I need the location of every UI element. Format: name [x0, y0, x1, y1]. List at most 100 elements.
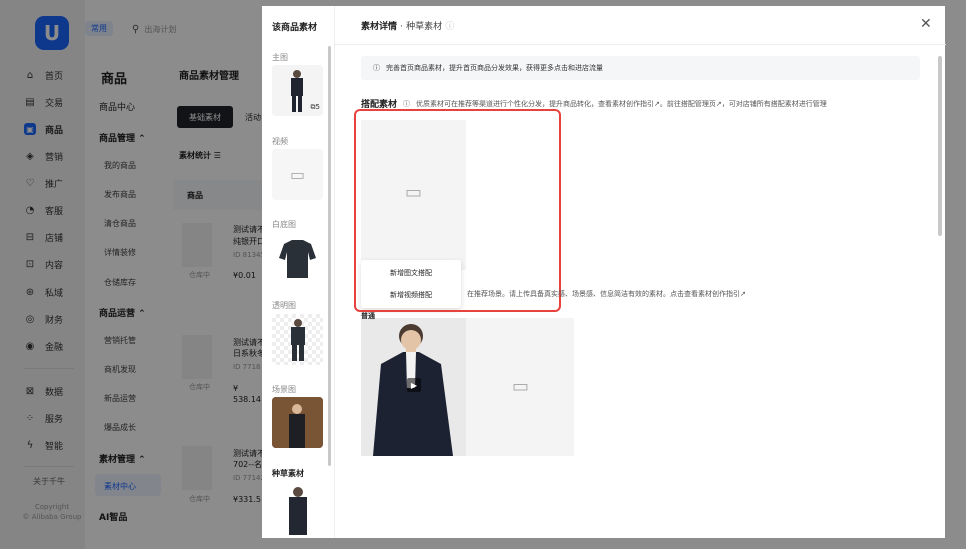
detail-scrollbar[interactable]	[938, 56, 942, 236]
nav-item-data[interactable]: ⊠ 数据	[24, 383, 63, 399]
product-status: 仓库中	[189, 271, 210, 279]
product-image[interactable]	[182, 335, 212, 379]
finance-icon: ◎	[25, 313, 35, 325]
content-area: 商品素材管理 基础素材 活动 素材统计 ☰ 商品 测试请不 纯银开口 ID 81…	[165, 48, 273, 549]
nav-item-trade[interactable]: ▤ 交易	[24, 94, 63, 110]
subnav-item[interactable]: 我的商品	[104, 160, 136, 171]
nav-item-home[interactable]: ⌂ 首页	[24, 67, 63, 83]
search-placeholder: 出海计划	[144, 24, 177, 34]
play-icon[interactable]: ▶	[407, 378, 421, 392]
transparent-thumb[interactable]	[272, 314, 323, 365]
product-image[interactable]	[182, 223, 212, 267]
product-price: ¥0.01	[233, 271, 256, 280]
product-material-panel: 该商品素材 主图 ⧉5 视频 ▭ 白底图 透明图 场景图 种草素材	[262, 6, 334, 538]
nav-item-private[interactable]: ⊛ 私域	[24, 284, 63, 300]
add-material-placeholder[interactable]: ▭	[466, 318, 574, 456]
subnav-ai[interactable]: AI智品	[99, 510, 127, 523]
nav-item-marketing[interactable]: ◈ 营销	[24, 148, 63, 164]
apps-icon: ⁘	[25, 412, 35, 424]
nav-item-promotion[interactable]: ♡ 推广	[24, 175, 64, 191]
search-input[interactable]: ⚲ 出海计划	[132, 19, 267, 39]
nav-label: 首页	[45, 71, 64, 82]
subnav-group-goods-manage[interactable]: 商品管理 ⌃	[99, 131, 146, 144]
subnav-group-goods-ops[interactable]: 商品运营 ⌃	[99, 306, 146, 319]
about-link[interactable]: 关于千牛	[33, 476, 65, 487]
close-icon: ✕	[920, 16, 932, 32]
nav-label: 服务	[45, 414, 64, 425]
trade-icon: ▤	[25, 96, 35, 108]
section-label-white: 白底图	[272, 220, 296, 229]
product-name[interactable]: 测试请不	[233, 224, 265, 235]
store-icon: ⊟	[25, 231, 35, 243]
subnav-item[interactable]: 新品运营	[104, 393, 136, 404]
product-name[interactable]: 日系秋冬	[233, 348, 265, 359]
material-detail-panel: 素材详情 · 种草素材 ⓘ ✕ ⓘ 完善首页商品素材，提升首页商品分发效果，获得更…	[334, 6, 946, 538]
panel-scrollbar[interactable]	[328, 46, 331, 466]
white-bg-thumb[interactable]	[272, 232, 323, 283]
subnav-item[interactable]: 清仓商品	[104, 218, 136, 229]
tab-activity[interactable]: 活动	[245, 112, 261, 123]
notice-bar: ⓘ 完善首页商品素材，提升首页商品分发效果，获得更多点击和进店流量	[361, 56, 920, 80]
chevron-up-icon: ⌃	[138, 134, 146, 144]
subnav-center[interactable]: 商品中心	[99, 100, 135, 113]
section-desc-2: 在推荐场景。请上传具备真实感、场景感、信息简洁有效的素材。点击查看素材创作指引↗	[467, 290, 746, 298]
section-label-grass: 种草素材	[272, 469, 304, 478]
product-name[interactable]: 测试请不	[233, 337, 265, 348]
list-icon: ☰	[213, 151, 221, 160]
section-label-video: 视频	[272, 137, 288, 146]
stats-text: 素材统计	[179, 151, 211, 160]
add-media-icon: ▭	[512, 376, 530, 397]
product-id: ID 7718	[233, 363, 261, 371]
main-image-thumb[interactable]: ⧉5	[272, 65, 323, 116]
notice-text: 完善首页商品素材，提升首页商品分发效果，获得更多点击和进店流量	[386, 64, 603, 72]
nav-item-service[interactable]: ◔ 客服	[24, 202, 63, 218]
product-price: ¥331.5	[233, 495, 261, 504]
nav-item-content[interactable]: ⊡ 内容	[24, 256, 63, 272]
product-id: ID 81345	[233, 251, 265, 259]
tab-basic[interactable]: 基础素材	[177, 106, 233, 128]
content-icon: ⊡	[25, 258, 35, 270]
marketing-icon: ◈	[26, 150, 34, 162]
subnav-item-material-center[interactable]: 素材中心	[104, 481, 136, 492]
help-icon[interactable]: ⓘ	[445, 22, 454, 32]
search-icon: ⚲	[132, 23, 140, 35]
nav-label: 智能	[45, 441, 64, 452]
product-image[interactable]	[182, 446, 212, 490]
sub-navigation: 商品 商品中心 商品管理 ⌃ 我的商品 发布商品 清仓商品 详情装修 仓储库存 …	[85, 48, 165, 549]
nav-item-finance[interactable]: ◎ 财务	[24, 311, 63, 327]
stats-label: 素材统计 ☰	[179, 150, 221, 161]
section-label-transparent: 透明图	[272, 301, 296, 310]
subnav-item[interactable]: 商机发现	[104, 364, 136, 375]
scene-person-icon	[272, 397, 323, 448]
subnav-item[interactable]: 仓储库存	[104, 277, 136, 288]
nav-divider	[24, 466, 74, 467]
sweater-icon	[272, 232, 323, 283]
nav-item-loan[interactable]: ◉ 金融	[24, 338, 63, 354]
nav-item-store[interactable]: ⊟ 店铺	[24, 229, 63, 245]
service-icon: ◔	[25, 204, 35, 216]
subnav-item[interactable]: 详情装修	[104, 247, 136, 258]
subnav-item[interactable]: 爆品成长	[104, 422, 136, 433]
nav-item-apps[interactable]: ⁘ 服务	[24, 410, 63, 426]
loan-icon: ◉	[25, 340, 35, 352]
close-button[interactable]: ✕	[920, 16, 932, 32]
product-name[interactable]: 702--名	[233, 459, 262, 470]
product-name[interactable]: 测试请不	[233, 448, 265, 459]
scene-thumb[interactable]	[272, 397, 323, 448]
nav-item-goods[interactable]: ▣ 商品	[24, 121, 63, 137]
nav-item-ai[interactable]: ϟ 智能	[24, 437, 63, 453]
product-name[interactable]: 纯银开口	[233, 236, 265, 247]
subnav-group-material[interactable]: 素材管理 ⌃	[99, 452, 146, 465]
col-goods: 商品	[187, 191, 203, 200]
grass-thumb[interactable]	[278, 482, 318, 538]
subnav-item[interactable]: 营销托管	[104, 335, 136, 346]
nav-label: 金融	[45, 342, 64, 353]
copyright-line: Copyright	[34, 503, 70, 511]
common-tab[interactable]: 常用	[85, 21, 113, 36]
app-logo[interactable]: U	[35, 16, 69, 50]
video-thumbnail[interactable]: ▶	[361, 318, 466, 456]
subnav-item[interactable]: 发布商品	[104, 189, 136, 200]
add-video-thumb[interactable]: ▭	[272, 149, 323, 200]
header-divider	[335, 44, 946, 45]
detail-title: 素材详情 · 种草素材 ⓘ	[361, 19, 454, 32]
